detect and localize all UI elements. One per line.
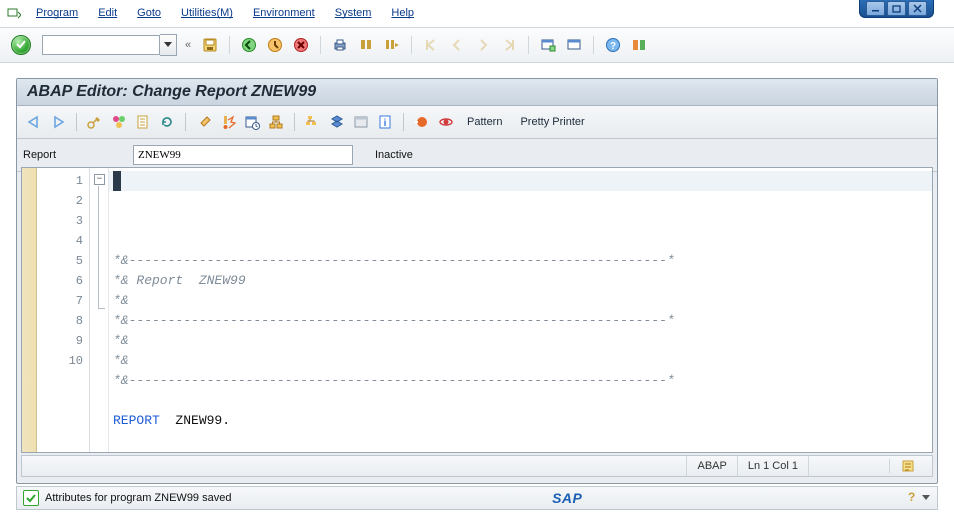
print-button[interactable]: [329, 34, 351, 56]
separator: [593, 36, 594, 54]
svg-text:?: ?: [610, 41, 616, 52]
enter-button[interactable]: [10, 34, 32, 56]
command-dropdown[interactable]: [160, 34, 177, 56]
report-label: Report: [23, 149, 123, 161]
window-maximize-button[interactable]: [887, 1, 906, 16]
editor-cursor-position: Ln 1 Col 1: [737, 456, 808, 476]
other-object-button[interactable]: [108, 111, 130, 133]
where-used-button[interactable]: [265, 111, 287, 133]
status-right-icons: ?: [903, 490, 931, 507]
enhance-button[interactable]: [132, 111, 154, 133]
code-area[interactable]: *&--------------------------------------…: [109, 168, 932, 452]
menu-system[interactable]: System: [325, 5, 382, 21]
nav-forward-button[interactable]: [47, 111, 69, 133]
menu-edit[interactable]: Edit: [88, 5, 127, 21]
window-close-button[interactable]: [908, 1, 927, 16]
save-button[interactable]: [199, 34, 221, 56]
first-page-button: [420, 34, 442, 56]
code-editor[interactable]: 12345678910 − *&------------------------…: [21, 167, 933, 453]
current-line-highlight: [109, 171, 932, 191]
editor-language: ABAP: [686, 456, 736, 476]
find-button[interactable]: [355, 34, 377, 56]
line-number-gutter: 12345678910: [37, 168, 90, 452]
window-title-controls: [859, 0, 934, 16]
svg-text:i: i: [384, 118, 387, 129]
menu-environment[interactable]: Environment: [243, 5, 325, 21]
breakpoint-external-button[interactable]: [435, 111, 457, 133]
editor-status-bar: ABAP Ln 1 Col 1: [21, 455, 933, 477]
separator: [229, 36, 230, 54]
cancel-button[interactable]: [290, 34, 312, 56]
fold-end: [98, 308, 105, 309]
main-panel: ABAP Editor: Change Report ZNEW99 i Patt…: [16, 78, 938, 484]
find-next-button[interactable]: [381, 34, 403, 56]
activation-status: Inactive: [375, 149, 413, 161]
code-line-9: REPORT ZNEW99.: [113, 413, 230, 428]
separator: [320, 36, 321, 54]
fold-column[interactable]: −: [90, 168, 109, 452]
status-ok-icon: [23, 490, 39, 506]
activate-button[interactable]: [217, 111, 239, 133]
menu-expand-icon[interactable]: [6, 5, 22, 21]
command-field[interactable]: [42, 34, 177, 56]
next-page-button: [472, 34, 494, 56]
separator: [76, 113, 77, 131]
fold-line: [98, 186, 99, 308]
sap-logo: SAP: [552, 490, 582, 506]
menu-utilities[interactable]: Utilities(M): [171, 5, 243, 21]
status-message: Attributes for program ZNEW99 saved: [45, 492, 231, 504]
fullscreen-button[interactable]: [350, 111, 372, 133]
prev-page-button: [446, 34, 468, 56]
breakpoint-session-button[interactable]: [411, 111, 433, 133]
help-icon[interactable]: ?: [903, 490, 917, 507]
command-input[interactable]: [42, 35, 160, 55]
refresh-button[interactable]: [156, 111, 178, 133]
pattern-button[interactable]: Pattern: [459, 114, 510, 130]
test-button[interactable]: [241, 111, 263, 133]
cut-button[interactable]: [193, 111, 215, 133]
cursor-mark: [113, 171, 121, 191]
editor-options-icon[interactable]: [889, 459, 926, 473]
menu-goto[interactable]: Goto: [127, 5, 171, 21]
customize-button[interactable]: [628, 34, 650, 56]
toolbar-collapse-icon[interactable]: «: [185, 39, 191, 51]
separator: [403, 113, 404, 131]
system-toolbar: « ?: [0, 28, 954, 63]
menubar: Program Edit Goto Utilities(M) Environme…: [0, 0, 954, 28]
nav-stack-button[interactable]: [326, 111, 348, 133]
panel-title: ABAP Editor: Change Report ZNEW99: [17, 79, 937, 106]
nav-back-button[interactable]: [23, 111, 45, 133]
menu-program[interactable]: Program: [26, 5, 88, 21]
back-button[interactable]: [238, 34, 260, 56]
separator: [294, 113, 295, 131]
report-name-input[interactable]: [133, 145, 353, 165]
status-dropdown-icon[interactable]: [921, 492, 931, 505]
green-check-icon: [11, 35, 31, 55]
pretty-printer-button[interactable]: Pretty Printer: [512, 114, 592, 130]
layout-button[interactable]: [563, 34, 585, 56]
separator: [528, 36, 529, 54]
separator: [185, 113, 186, 131]
display-toggle-button[interactable]: [84, 111, 106, 133]
marker-bar[interactable]: [22, 168, 37, 452]
svg-text:?: ?: [908, 490, 915, 504]
window-minimize-button[interactable]: [866, 1, 885, 16]
menu-help[interactable]: Help: [381, 5, 424, 21]
object-list-button[interactable]: [302, 111, 324, 133]
new-session-button[interactable]: [537, 34, 559, 56]
help-button[interactable]: ?: [602, 34, 624, 56]
fold-toggle-icon[interactable]: −: [94, 174, 105, 185]
info-button[interactable]: i: [374, 111, 396, 133]
separator: [411, 36, 412, 54]
exit-button[interactable]: [264, 34, 286, 56]
status-bar: Attributes for program ZNEW99 saved SAP …: [16, 486, 938, 510]
last-page-button: [498, 34, 520, 56]
app-toolbar: i Pattern Pretty Printer: [17, 106, 937, 139]
